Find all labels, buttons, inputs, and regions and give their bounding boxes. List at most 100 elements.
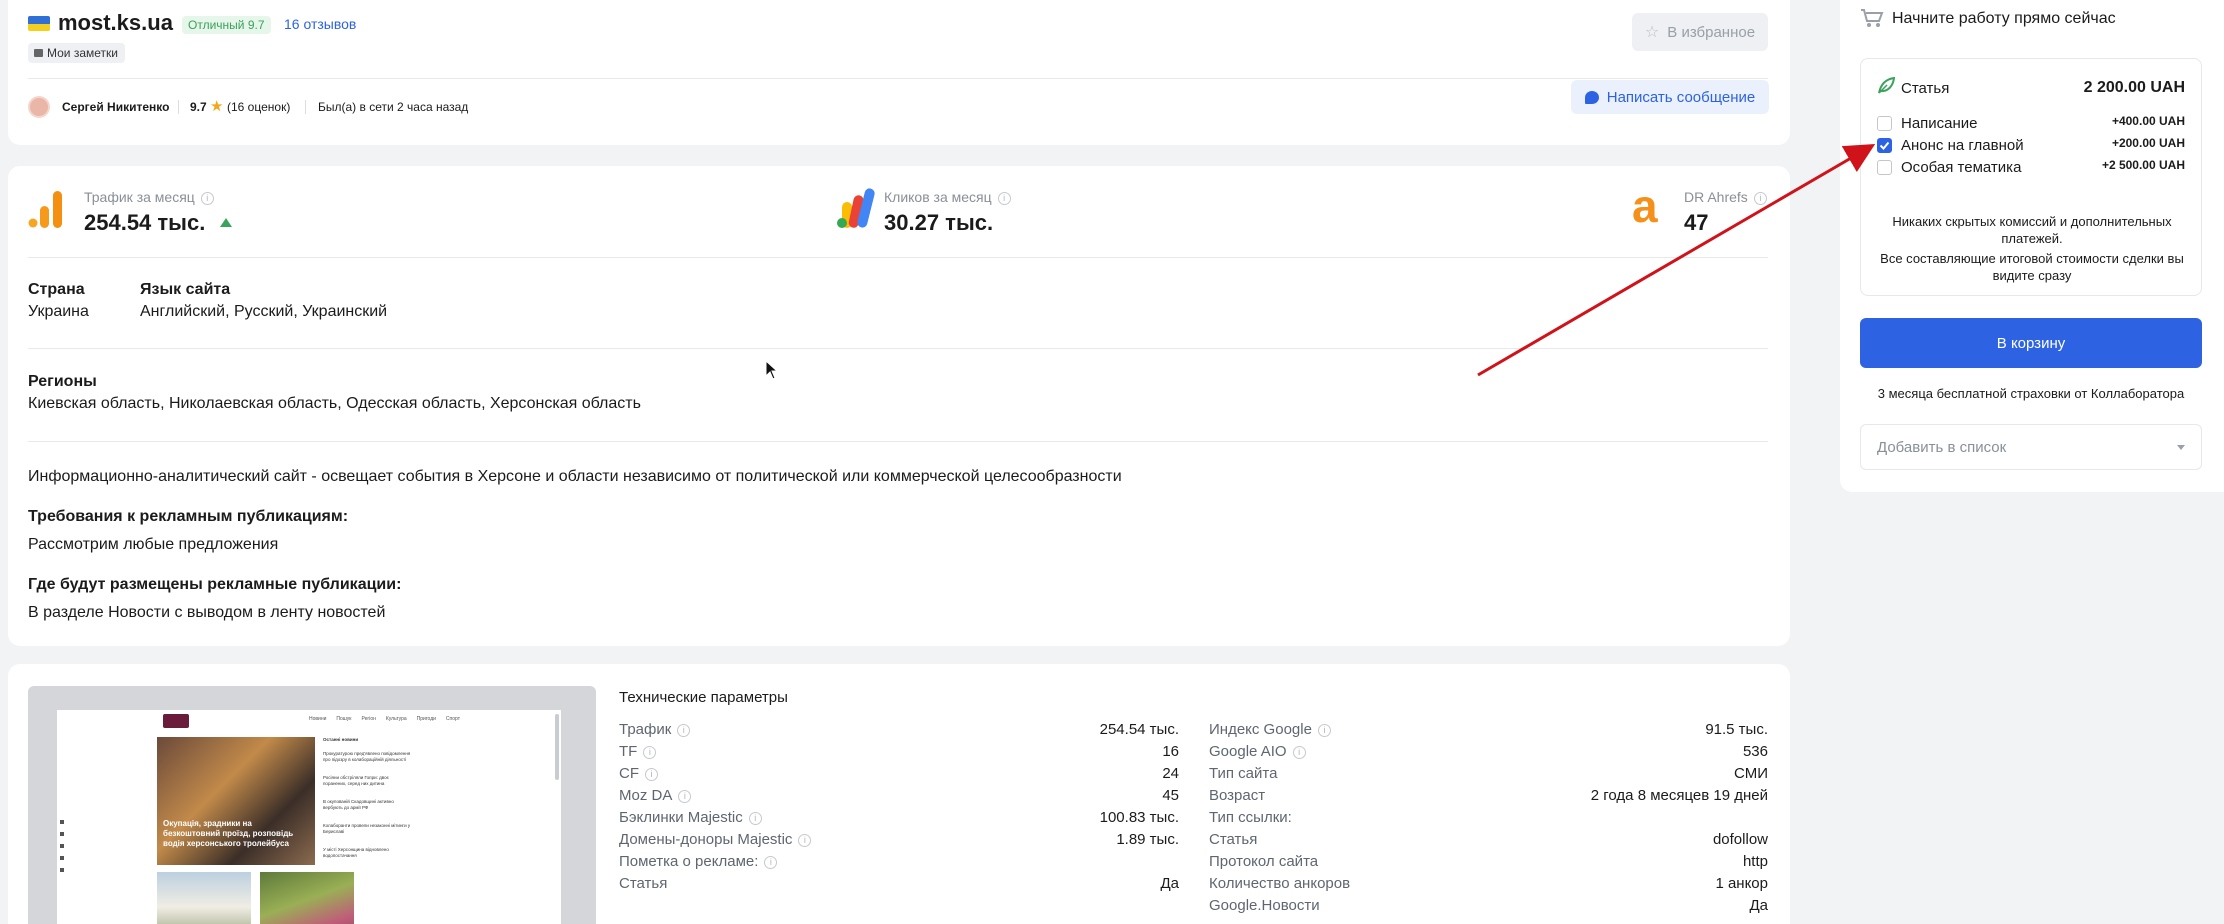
preview-logo <box>163 714 189 728</box>
tech-value: 2 года 8 месяцев 19 дней <box>1590 787 1768 804</box>
tech-label: Возраст <box>1209 787 1266 804</box>
details-divider-2 <box>28 441 1768 442</box>
owner-last-seen: Был(а) в сети 2 часа назад <box>318 100 469 114</box>
tech-label: Пометка о рекламе: i <box>619 853 778 870</box>
favorite-button[interactable]: ☆ В избранное <box>1632 13 1768 51</box>
preview-scrollbar <box>555 714 559 780</box>
tech-label: Google.Новости <box>1209 897 1320 914</box>
add-to-list-select[interactable]: Добавить в список <box>1860 424 2202 470</box>
insurance-note: 3 месяца бесплатной страховки от Коллабо… <box>1877 386 2185 401</box>
owner-avatar[interactable] <box>28 96 50 118</box>
tech-row: Статья dofollow <box>1209 831 1768 848</box>
no-fees-note-line1: Никаких скрытых комиссий и дополнительны… <box>1892 214 2172 246</box>
info-icon[interactable]: i <box>1317 723 1331 737</box>
tech-row: Возраст 2 года 8 месяцев 19 дней <box>1209 787 1768 804</box>
preview-social-icons <box>60 820 64 872</box>
preview-nav: Новини Пошук Регіон Культура Пригоди Спорт <box>309 716 460 722</box>
option-checkbox[interactable] <box>1877 116 1892 131</box>
tech-row: Протокол сайта http <box>1209 853 1768 870</box>
tech-value: Да <box>1749 897 1768 914</box>
tech-label: Moz DA i <box>619 787 692 804</box>
tech-value: 45 <box>1162 787 1179 804</box>
tech-row: Google AIO i 536 <box>1209 743 1768 760</box>
option-price: +400.00 UAH <box>2111 114 2185 128</box>
tech-label: Статья <box>619 875 668 892</box>
traffic-chart-icon <box>28 188 68 228</box>
preview-hero-image: Окупація, зрадники на безкоштовний проїз… <box>157 737 315 865</box>
tech-row: Google.Новости Да <box>1209 897 1768 914</box>
owner-name[interactable]: Сергей Никитенко <box>62 100 169 114</box>
preview-thumb-2 <box>260 872 354 924</box>
site-details-card: Трафик за месяц i 254.54 тыс. Кликов за м… <box>8 166 1790 646</box>
info-icon[interactable]: i <box>645 767 658 781</box>
option-label[interactable]: Написание <box>1901 115 1978 132</box>
preview-thumb-1 <box>157 872 251 924</box>
info-icon[interactable]: i <box>1292 745 1306 759</box>
owner-rating: 9.7 <box>190 100 207 114</box>
clicks-chart-icon <box>836 188 876 228</box>
owner-divider-2 <box>305 100 306 114</box>
add-to-cart-button[interactable]: В корзину <box>1860 318 2202 368</box>
ahrefs-logo-icon: a <box>1632 180 1658 232</box>
rating-badge: Отличный 9.7 <box>182 16 271 34</box>
clicks-value: 30.27 тыс. <box>884 210 994 235</box>
option-price: +2 500.00 UAH <box>2101 158 2185 172</box>
tech-label: Индекс Google i <box>1209 721 1331 738</box>
option-checkbox[interactable] <box>1877 138 1892 153</box>
tech-value: 536 <box>1742 743 1768 760</box>
tech-value: СМИ <box>1734 765 1768 782</box>
info-icon[interactable]: i <box>764 855 778 869</box>
info-icon: i <box>1753 191 1767 205</box>
info-icon[interactable]: i <box>798 833 812 847</box>
country-value: Украина <box>28 303 89 320</box>
preview-side-title: Останні новини <box>323 737 359 742</box>
tech-row: Moz DA i 45 <box>619 787 1179 804</box>
add-to-list-placeholder: Добавить в список <box>1877 439 2007 456</box>
option-label[interactable]: Особая тематика <box>1901 159 2021 176</box>
tech-label: Тип сайта <box>1209 765 1278 782</box>
notes-tag[interactable]: Мои заметки <box>28 43 125 63</box>
tech-label: Google AIO i <box>1209 743 1306 760</box>
cart-icon <box>1860 8 1884 28</box>
info-icon: i <box>997 191 1011 205</box>
option-price: +200.00 UAH <box>2111 136 2185 150</box>
note-icon <box>34 49 43 57</box>
chat-bubble-icon <box>1584 90 1599 104</box>
leaf-icon <box>1877 76 1896 95</box>
message-button[interactable]: Написать сообщение <box>1571 80 1769 114</box>
reviews-link[interactable]: 16 отзывов <box>284 16 356 32</box>
star-icon: ★ <box>210 98 224 115</box>
tech-row: Индекс Google i 91.5 тыс. <box>1209 721 1768 738</box>
owner-rating-count: (16 оценок) <box>227 100 291 114</box>
tech-value: 24 <box>1162 765 1179 782</box>
info-icon[interactable]: i <box>748 811 762 825</box>
tech-value: 254.54 тыс. <box>1099 721 1179 738</box>
tech-value: 16 <box>1162 743 1179 760</box>
owner-divider-1 <box>178 100 179 114</box>
article-price: 2 200.00 UAH <box>2083 79 2185 96</box>
tech-value: 100.83 тыс. <box>1099 809 1179 826</box>
traffic-value: 254.54 тыс. <box>84 210 206 235</box>
regions-label: Регионы <box>28 373 97 390</box>
option-label[interactable]: Анонс на главной <box>1901 137 2024 154</box>
tech-value: 1 анкор <box>1715 875 1768 892</box>
tech-row: Тип сайта СМИ <box>1209 765 1768 782</box>
requirements-value: Рассмотрим любые предложения <box>28 536 279 553</box>
tech-row: Пометка о рекламе: i <box>619 853 1179 870</box>
placement-value: В разделе Новости с выводом в ленту ново… <box>28 604 386 621</box>
info-icon[interactable]: i <box>677 723 691 737</box>
tech-label: Бэклинки Majestic i <box>619 809 762 826</box>
ahrefs-value: 47 <box>1684 210 1709 235</box>
tech-row: Трафик i 254.54 тыс. <box>619 721 1179 738</box>
tech-value: http <box>1742 853 1768 870</box>
info-icon[interactable]: i <box>678 789 692 803</box>
chevron-down-icon <box>2177 445 2185 450</box>
ahrefs-label: DR Ahrefs i <box>1684 189 1767 205</box>
site-preview[interactable]: Новини Пошук Регіон Культура Пригоди Спорт Ок… <box>28 686 596 924</box>
site-title[interactable]: most.ks.ua <box>58 10 173 36</box>
preview-page: Новини Пошук Регіон Культура Пригоди Спорт Ок… <box>57 710 561 924</box>
info-icon[interactable]: i <box>643 745 657 759</box>
no-fees-note-line2: Все составляющие итоговой стоимости сдел… <box>1880 251 2184 283</box>
language-label: Язык сайта <box>140 281 231 298</box>
option-checkbox[interactable] <box>1877 160 1892 175</box>
